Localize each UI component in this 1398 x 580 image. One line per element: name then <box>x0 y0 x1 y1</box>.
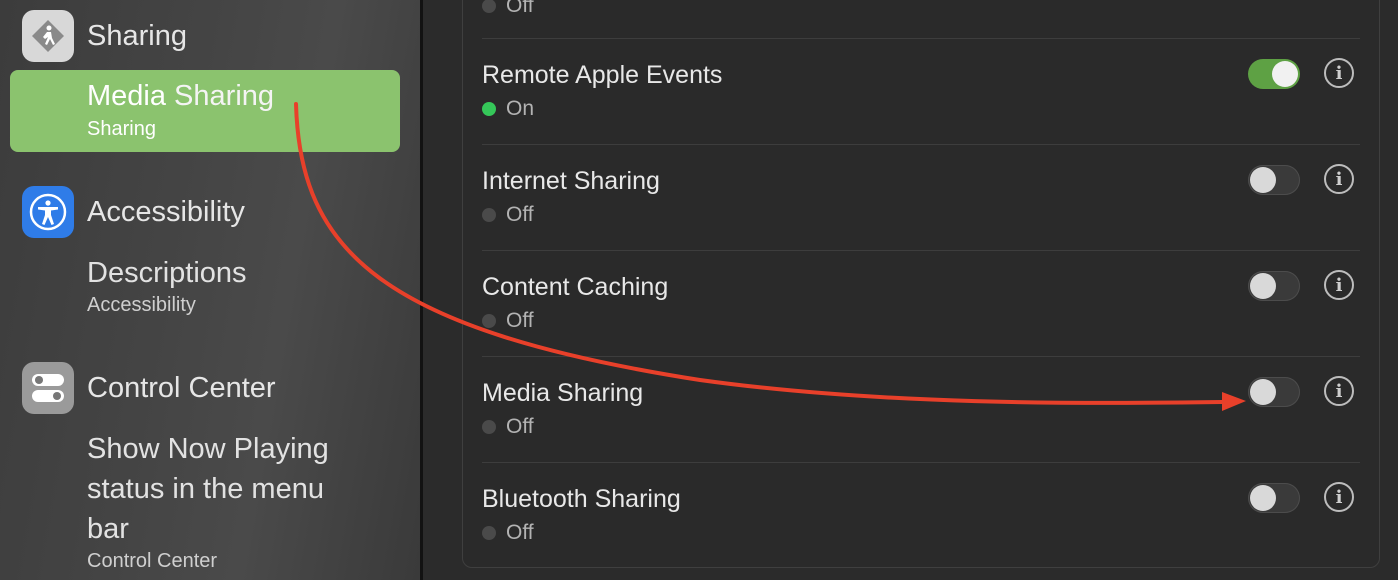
sharing-icon <box>22 10 74 62</box>
toggle-knob <box>1272 61 1298 87</box>
previous-row-status-text: Off <box>506 0 534 17</box>
status-dot <box>482 314 496 328</box>
row-title: Content Caching <box>482 273 669 301</box>
row-separator <box>482 250 1360 251</box>
sidebar-item-now-playing-subtitle: Control Center <box>87 550 218 572</box>
content-caching-toggle[interactable] <box>1248 271 1300 301</box>
sidebar-item-descriptions-subtitle: Accessibility <box>87 294 196 316</box>
sidebar-item-now-playing-line3[interactable]: bar <box>87 513 129 546</box>
toggle-knob <box>1250 379 1276 405</box>
sidebar-item-now-playing-line2[interactable]: status in the menu <box>87 473 324 506</box>
row-status-text: On <box>506 97 535 120</box>
row-bluetooth-sharing: Bluetooth Sharing Off i <box>482 469 1360 575</box>
status-dot <box>482 420 496 434</box>
row-title: Media Sharing <box>482 379 644 407</box>
row-internet-sharing: Internet Sharing Off i <box>482 151 1360 257</box>
control-center-icon <box>22 362 74 414</box>
sidebar: Sharing Media Sharing Sharing Accessibil… <box>0 0 420 580</box>
internet-sharing-toggle[interactable] <box>1248 165 1300 195</box>
row-title: Remote Apple Events <box>482 61 723 89</box>
row-separator <box>482 144 1360 145</box>
remote-apple-events-toggle[interactable] <box>1248 59 1300 89</box>
info-icon[interactable]: i <box>1324 58 1354 88</box>
row-content-caching: Content Caching Off i <box>482 257 1360 363</box>
toggle-knob <box>1250 485 1276 511</box>
row-separator <box>482 38 1360 39</box>
toggle-knob <box>1250 273 1276 299</box>
info-icon[interactable]: i <box>1324 164 1354 194</box>
sidebar-item-now-playing-line1[interactable]: Show Now Playing <box>87 433 329 466</box>
row-title: Internet Sharing <box>482 167 660 195</box>
sidebar-category-sharing[interactable]: Sharing <box>87 20 187 53</box>
media-sharing-toggle[interactable] <box>1248 377 1300 407</box>
row-status: Off <box>482 415 534 439</box>
row-media-sharing: Media Sharing Off i <box>482 363 1360 469</box>
row-title: Bluetooth Sharing <box>482 485 681 513</box>
info-icon[interactable]: i <box>1324 482 1354 512</box>
sidebar-item-descriptions[interactable]: Descriptions <box>87 257 247 290</box>
status-dot-on <box>482 102 496 116</box>
row-status: Off <box>482 203 534 227</box>
info-icon[interactable]: i <box>1324 270 1354 300</box>
row-status-text: Off <box>506 203 534 226</box>
row-status: Off <box>482 309 534 333</box>
sidebar-category-accessibility[interactable]: Accessibility <box>87 196 245 229</box>
media-sharing-title-bold: Media <box>87 80 166 112</box>
status-dot <box>482 208 496 222</box>
bluetooth-sharing-toggle[interactable] <box>1248 483 1300 513</box>
info-icon[interactable]: i <box>1324 376 1354 406</box>
sidebar-divider <box>420 0 423 580</box>
row-separator <box>482 462 1360 463</box>
row-separator <box>482 356 1360 357</box>
sidebar-item-media-sharing-subtitle: Sharing <box>87 118 156 140</box>
row-status-text: Off <box>506 415 534 438</box>
row-status-text: Off <box>506 521 534 544</box>
status-dot <box>482 526 496 540</box>
status-dot <box>482 0 496 13</box>
accessibility-icon <box>22 186 74 238</box>
previous-row-status: Off <box>482 0 534 18</box>
row-remote-apple-events: Remote Apple Events On i <box>482 45 1360 151</box>
media-sharing-title-rest: Sharing <box>166 80 275 112</box>
sidebar-item-media-sharing-title: Media Sharing <box>87 80 274 113</box>
row-status: Off <box>482 521 534 545</box>
row-status-text: Off <box>506 309 534 332</box>
row-status: On <box>482 97 534 121</box>
toggle-knob <box>1250 167 1276 193</box>
sidebar-category-control-center[interactable]: Control Center <box>87 372 276 405</box>
